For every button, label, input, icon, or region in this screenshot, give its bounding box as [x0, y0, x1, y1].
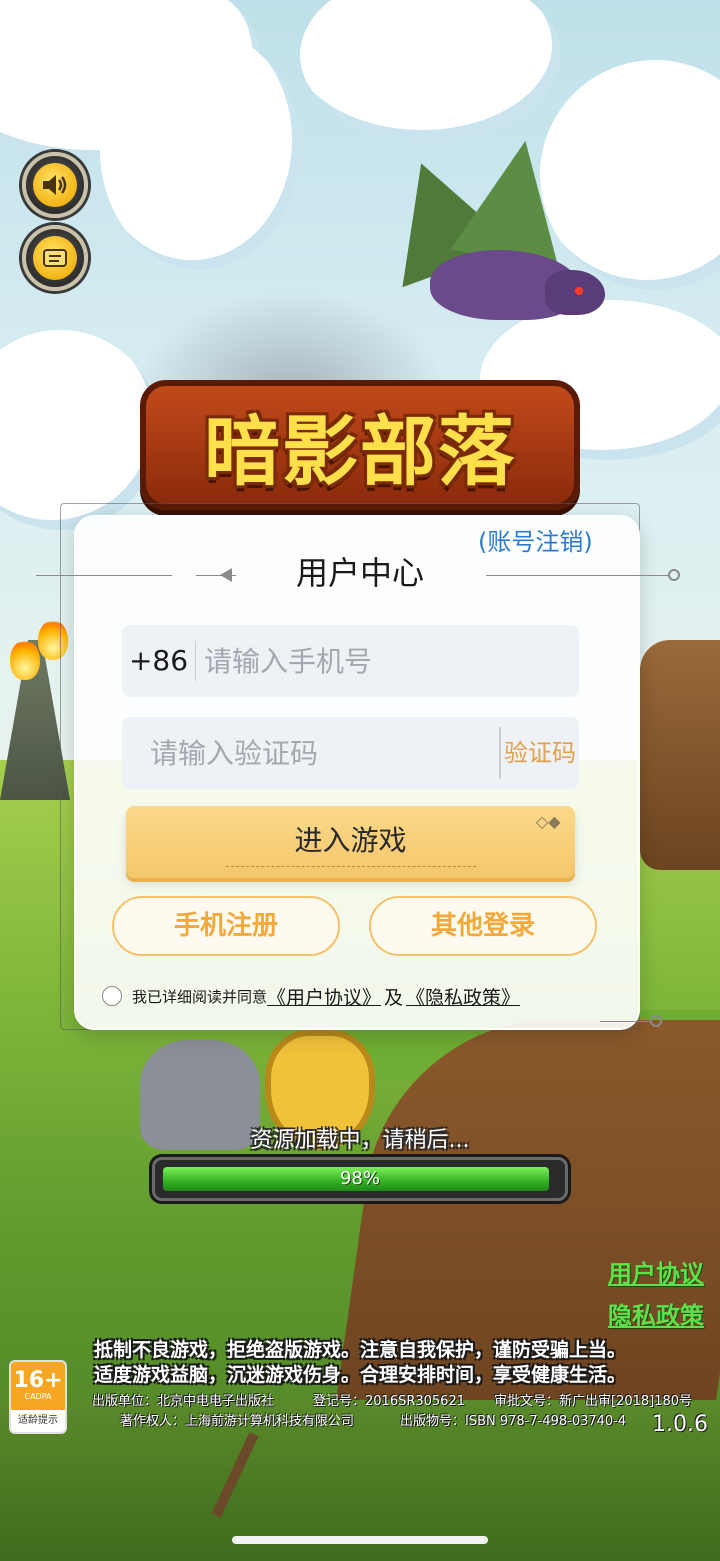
country-code[interactable]: +86: [122, 641, 196, 681]
agree-and: 及: [384, 986, 404, 1009]
panel-deco-line: [600, 1021, 650, 1022]
dragon-wing: [450, 131, 580, 269]
loading-text: 资源加载中，请稍后...: [250, 1128, 470, 1153]
sound-button[interactable]: [22, 152, 88, 218]
approval-info: 审批文号：新广出审[2018]180号: [494, 1394, 693, 1409]
scroll-icon: [33, 236, 77, 280]
age-rating-top: 16+ CADPA: [11, 1362, 65, 1410]
code-input[interactable]: [122, 736, 499, 770]
age-rating-number: 16+: [13, 1368, 63, 1393]
panel-deco-dot: [650, 1015, 662, 1027]
age-rating-label: 适龄提示: [18, 1415, 58, 1426]
agreement-row: 我已详细阅读并同意 《用户协议》 及 《隐私政策》: [102, 980, 520, 1012]
diamond-icon: ◇◆: [536, 812, 561, 831]
publisher-info: 出版单位：北京中电电子出版社: [92, 1394, 275, 1409]
phone-field: +86: [122, 625, 579, 697]
get-code-button[interactable]: 验证码: [499, 727, 579, 779]
user-agreement-link[interactable]: 《用户协议》: [267, 983, 381, 1010]
notice-button[interactable]: [22, 225, 88, 291]
registration-info: 登记号：2016SR305621: [313, 1394, 465, 1409]
logo-text: 暗影部落: [204, 407, 516, 496]
health-notice-line2: 适度游戏益脑，沉迷游戏伤身。合理安排时间，享受健康生活。: [93, 1364, 626, 1386]
health-notice-line1: 抵制不良游戏，拒绝盗版游戏。注意自我保护，谨防受骗上当。: [93, 1339, 626, 1361]
privacy-policy-link[interactable]: 《隐私政策》: [406, 983, 520, 1010]
war-cart: [640, 640, 720, 870]
side-user-agreement-link[interactable]: 用户协议: [608, 1254, 704, 1289]
copyright-info: 著作权人：上海前游计算机科技有限公司: [120, 1414, 355, 1429]
loading-progress-bar: 98%: [152, 1157, 568, 1201]
side-privacy-policy-link[interactable]: 隐私政策: [608, 1296, 704, 1331]
phone-register-button[interactable]: 手机注册: [112, 896, 340, 956]
enter-button-underline: [226, 866, 476, 867]
isbn-info: 出版物号：ISBN 978-7-498-03740-4: [400, 1414, 627, 1429]
home-indicator[interactable]: [232, 1536, 488, 1544]
torch-flame: [10, 640, 40, 680]
game-logo: 暗影部落: [140, 370, 580, 520]
code-field: 验证码: [122, 717, 579, 789]
other-login-button[interactable]: 其他登录: [369, 896, 597, 956]
age-rating-org: CADPA: [24, 1392, 52, 1401]
dragon-eye: [575, 287, 583, 295]
panel-title: 用户中心: [295, 554, 424, 592]
phone-input[interactable]: [196, 644, 579, 678]
agree-radio[interactable]: [102, 986, 122, 1006]
speaker-icon: [33, 163, 77, 207]
enter-game-button[interactable]: 进入游戏: [126, 806, 575, 878]
age-rating-badge: 16+ CADPA 适龄提示: [9, 1360, 67, 1434]
progress-label: 98%: [339, 1168, 380, 1189]
cloud: [100, 30, 300, 270]
cancel-account-link[interactable]: (账号注销): [478, 522, 593, 557]
agree-prefix: 我已详细阅读并同意: [132, 987, 268, 1006]
version-label: 1.0.6: [652, 1412, 708, 1437]
